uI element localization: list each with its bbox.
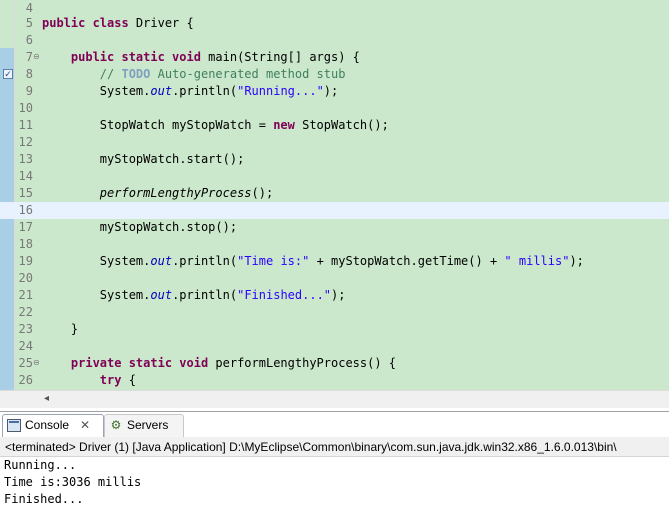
code-line: 19 System.out.println("Time is:" + mySto…	[0, 253, 669, 270]
line-number: 19	[18, 254, 33, 268]
fold-collapse-icon[interactable]: ⊖	[33, 53, 40, 61]
tab-servers[interactable]: ⚙ Servers	[104, 414, 184, 437]
code-line: ✓ 8 // TODO Auto-generated method stub	[0, 66, 669, 83]
code-line: 15 performLengthyProcess();	[0, 185, 669, 202]
code-line: 17 myStopWatch.stop();	[0, 219, 669, 236]
line-number: 10	[18, 101, 33, 115]
line-number: 23	[18, 322, 33, 336]
line-number: 9	[25, 84, 33, 98]
line-number: 25	[18, 356, 33, 370]
line-number: 11	[18, 118, 33, 132]
code-text: performLengthyProcess();	[99, 186, 274, 200]
view-tab-bar: Console ✕ ⚙ Servers	[0, 411, 669, 438]
code-text: try {	[99, 373, 136, 387]
code-text: public class Driver {	[42, 16, 194, 30]
tab-console-label: Console	[25, 418, 70, 432]
console-output-line: Time is:3036 millis	[4, 475, 142, 489]
servers-icon: ⚙	[110, 418, 122, 432]
line-number: 26	[18, 373, 33, 387]
line-number: 17	[18, 220, 33, 234]
code-line: 13 myStopWatch.start();	[0, 151, 669, 168]
code-text: System.out.println("Running...");	[42, 84, 339, 98]
code-text: public static void main(String[] args) {	[70, 50, 360, 64]
line-number: 21	[18, 288, 33, 302]
code-line: 20	[0, 270, 669, 287]
code-text: }	[42, 322, 79, 336]
code-line: 18	[0, 236, 669, 253]
code-line: 23 }	[0, 321, 669, 338]
line-number: 18	[18, 237, 33, 251]
code-editor[interactable]: 4 5 public class Driver { 6 7 ⊖ public s…	[0, 0, 669, 390]
line-number: 16	[18, 203, 33, 217]
line-number: 15	[18, 186, 33, 200]
code-line: 21 System.out.println("Finished...");	[0, 287, 669, 304]
code-text: // TODO Auto-generated method stub	[99, 67, 346, 81]
fold-collapse-icon[interactable]: ⊖	[33, 359, 40, 367]
code-line: 7 ⊖ public static void main(String[] arg…	[0, 49, 669, 66]
code-line: 10	[0, 100, 669, 117]
code-text: myStopWatch.stop();	[42, 220, 238, 234]
line-number: 12	[18, 135, 33, 149]
line-number: 22	[18, 305, 33, 319]
scroll-left-icon[interactable]: ◂	[44, 393, 49, 404]
code-text: myStopWatch.start();	[42, 152, 245, 166]
code-line: 5 public class Driver {	[0, 15, 669, 32]
console-icon	[7, 419, 21, 432]
code-text: System.out.println("Time is:" + myStopWa…	[42, 254, 584, 268]
line-number: 20	[18, 271, 33, 285]
code-line: 25 ⊖ private static void performLengthyP…	[0, 355, 669, 372]
code-line: 14	[0, 168, 669, 185]
code-text: StopWatch myStopWatch = new StopWatch();	[42, 118, 389, 132]
code-line: 24	[0, 338, 669, 355]
line-number: 5	[25, 16, 33, 30]
console-output[interactable]: Running... Time is:3036 millis Finished.…	[0, 457, 669, 517]
code-line: 22	[0, 304, 669, 321]
line-number: 7	[25, 50, 33, 64]
code-line: 26 try {	[0, 372, 669, 389]
line-number: 14	[18, 169, 33, 183]
code-text: System.out.println("Finished...");	[42, 288, 346, 302]
line-number: 24	[18, 339, 33, 353]
console-output-line: Finished...	[4, 492, 84, 506]
line-number: 13	[18, 152, 33, 166]
code-text: private static void performLengthyProces…	[70, 356, 397, 370]
code-line: 6	[0, 32, 669, 49]
task-checkbox-icon[interactable]: ✓	[3, 69, 13, 79]
code-line: 12	[0, 134, 669, 151]
current-code-line: 16	[0, 202, 669, 219]
console-status-line: <terminated> Driver (1) [Java Applicatio…	[0, 437, 669, 457]
tab-console[interactable]: Console ✕	[2, 414, 104, 437]
console-output-line: Running...	[4, 458, 77, 472]
horizontal-scrollbar[interactable]: ◂	[0, 390, 669, 408]
tab-servers-label: Servers	[127, 418, 169, 432]
code-line: 11 StopWatch myStopWatch = new StopWatch…	[0, 117, 669, 134]
line-number: 6	[25, 33, 33, 47]
close-icon[interactable]: ✕	[80, 415, 90, 436]
line-number: 8	[25, 67, 33, 81]
code-line: 9 System.out.println("Running...");	[0, 83, 669, 100]
